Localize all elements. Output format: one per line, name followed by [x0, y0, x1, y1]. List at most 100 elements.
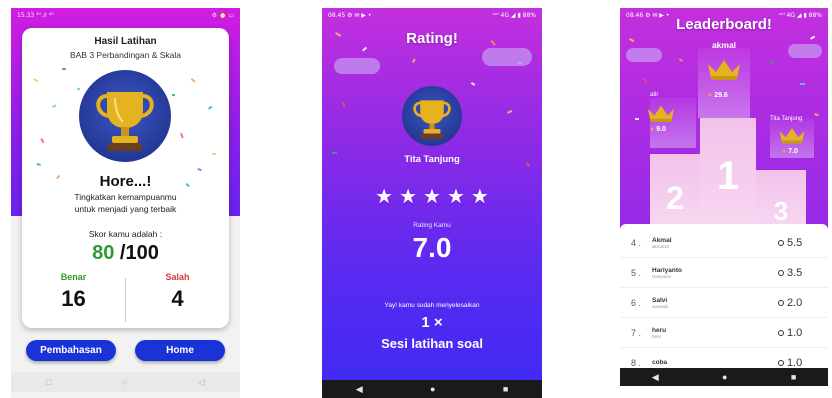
recents-button[interactable]: ■: [791, 372, 796, 382]
list-item[interactable]: 7 . heru heru 1.0: [620, 318, 828, 348]
player-name: coba: [652, 359, 668, 366]
third-place-score: ● 7.0: [782, 148, 798, 155]
podium-third-number: 3: [773, 196, 789, 226]
podium-second-number: 2: [666, 180, 684, 216]
status-right: ⚙ ⏰ ▭: [211, 11, 234, 19]
leaderboard-title: Leaderboard!: [676, 16, 772, 33]
player-score: 1.0: [787, 356, 803, 369]
player-score: 2.0: [787, 296, 803, 309]
trophy-icon: [79, 70, 171, 162]
correct-column: Benar 16: [22, 272, 125, 312]
correct-label: Benar: [60, 272, 87, 282]
leaderboard-screen: 08.46 ⚙ ✉ ▶ • ᵛᵒˡ 4G ◢ ▮ 88% Leaderboard…: [620, 8, 828, 386]
leaderboard-list[interactable]: 4 . Akmal akmal10 5.5 5 . Hariyanto Hari…: [620, 224, 828, 368]
status-left: 08.45 ⚙ ✉ ▶ •: [328, 11, 372, 19]
rank: 7 .: [630, 327, 641, 338]
coin-icon: [778, 239, 784, 246]
coin-icon: ●: [650, 126, 655, 133]
recents-button[interactable]: □: [46, 377, 51, 387]
rank: 8 .: [630, 357, 641, 368]
rating-title: Rating!: [406, 30, 458, 47]
cloud-decoration: [482, 48, 532, 66]
score-label: Skor kamu adalah :: [88, 229, 163, 239]
motivation-line-2: untuk menjadi yang terbaik: [74, 204, 177, 214]
first-place-score: ● 29.6: [708, 92, 728, 99]
status-bar: 08.45 ⚙ ✉ ▶ • ᵛᵒˡ 4G ◢ ▮ 88%: [322, 8, 542, 22]
player-name: Salvi: [652, 296, 668, 304]
second-place-score: ● 9.0: [650, 126, 666, 133]
result-title: Hasil Latihan: [94, 36, 157, 47]
recents-button[interactable]: ■: [503, 384, 508, 394]
podium-first: 1: [700, 118, 756, 228]
result-screen: 15.33 ⁴ᴳ.ıl ⁴ᴳ ⚙ ⏰ ▭ Hasil Latihan BAB 3…: [11, 8, 240, 398]
player-name: Hariyanto: [652, 266, 682, 274]
session-count: 1 ×: [421, 314, 443, 331]
android-nav-bar: ◀ ● ■: [620, 368, 828, 386]
home-nav-button[interactable]: ●: [430, 384, 435, 394]
player-username: wawaaii: [652, 303, 669, 309]
coin-icon: ●: [708, 92, 713, 99]
result-card: Hasil Latihan BAB 3 Perbandingan & Skala…: [22, 28, 229, 328]
score-display: 80 /100: [22, 242, 229, 265]
first-place-name: akmal: [711, 40, 737, 50]
list-item[interactable]: 6 . Salvi wawaaii 2.0: [620, 288, 828, 318]
star-icon: ★: [399, 184, 418, 208]
player-name: heru: [652, 326, 667, 334]
trophy-icon: [402, 86, 462, 146]
status-left: 15.33 ⁴ᴳ.ıl ⁴ᴳ: [17, 11, 54, 19]
android-nav-bar: □ ○ ◁: [11, 372, 240, 392]
rank: 4 .: [630, 237, 641, 248]
rating-value: 7.0: [412, 232, 452, 263]
crown-icon: [779, 128, 805, 144]
score-max: /100: [114, 242, 159, 264]
star-rating: ★ ★ ★ ★ ★: [322, 186, 542, 206]
podium-second: 2: [650, 154, 700, 228]
third-place-name: Tita Tanjung: [770, 116, 803, 122]
status-right: ᵛᵒˡ 4G ◢ ▮ 88%: [492, 11, 536, 19]
rank: 5 .: [630, 267, 641, 278]
coin-icon: [778, 359, 784, 366]
cloud-decoration: [334, 58, 380, 74]
home-nav-button[interactable]: ●: [722, 372, 727, 382]
home-button[interactable]: Home: [135, 340, 225, 361]
player-score: 3.5: [787, 266, 803, 279]
player-name: Akmal: [652, 236, 672, 244]
list-item[interactable]: 5 . Hariyanto Hariyanto 3.5: [620, 258, 828, 288]
celebration-heading: Hore...!: [99, 173, 152, 190]
back-button[interactable]: ◁: [198, 377, 205, 388]
coin-icon: ●: [782, 148, 787, 155]
discussion-button[interactable]: Pembahasan: [26, 340, 116, 361]
star-icon: ★: [423, 184, 441, 208]
back-button[interactable]: ◀: [652, 372, 659, 383]
player-score: 1.0: [787, 326, 803, 339]
podium-first-number: 1: [716, 154, 740, 198]
player-username: Hariyanto: [652, 273, 672, 279]
coin-icon: [778, 329, 784, 336]
coin-icon: [778, 269, 784, 276]
motivation-line-1: Tingkatkan kemampuanmu: [74, 192, 177, 202]
player-username: akmal10: [652, 243, 670, 249]
star-icon: ★: [446, 184, 465, 208]
second-place-name: atir: [650, 92, 659, 98]
wrong-column: Salah 4: [126, 272, 229, 312]
list-item[interactable]: 8 . coba 1.0: [620, 348, 828, 369]
result-subtitle: BAB 3 Perbandingan & Skala: [69, 50, 182, 60]
podium-third: 3: [756, 170, 806, 228]
home-nav-button[interactable]: ○: [122, 377, 127, 387]
star-icon: ★: [470, 184, 489, 208]
crown-icon: [708, 60, 740, 80]
list-item[interactable]: 4 . Akmal akmal10 5.5: [620, 228, 828, 258]
android-nav-bar: ◀ ● ■: [322, 380, 542, 398]
screenshot-collage: 15.33 ⁴ᴳ.ıl ⁴ᴳ ⚙ ⏰ ▭ Hasil Latihan BAB 3…: [0, 0, 832, 398]
rating-label: Rating Kamu: [413, 222, 451, 229]
rating-screen: 08.45 ⚙ ✉ ▶ • ᵛᵒˡ 4G ◢ ▮ 88% Rating! Tit…: [322, 8, 542, 398]
player-score: 5.5: [787, 236, 803, 249]
user-name: Tita Tanjung: [404, 154, 460, 165]
rank: 6 .: [630, 297, 641, 308]
wrong-label: Salah: [165, 272, 190, 282]
completion-text: Yay! kamu sudah menyelesaikan: [384, 302, 480, 309]
back-button[interactable]: ◀: [356, 384, 363, 395]
status-bar: 15.33 ⁴ᴳ.ıl ⁴ᴳ ⚙ ⏰ ▭: [11, 8, 240, 22]
session-label: Sesi latihan soal: [381, 336, 483, 351]
coin-icon: [778, 299, 784, 306]
